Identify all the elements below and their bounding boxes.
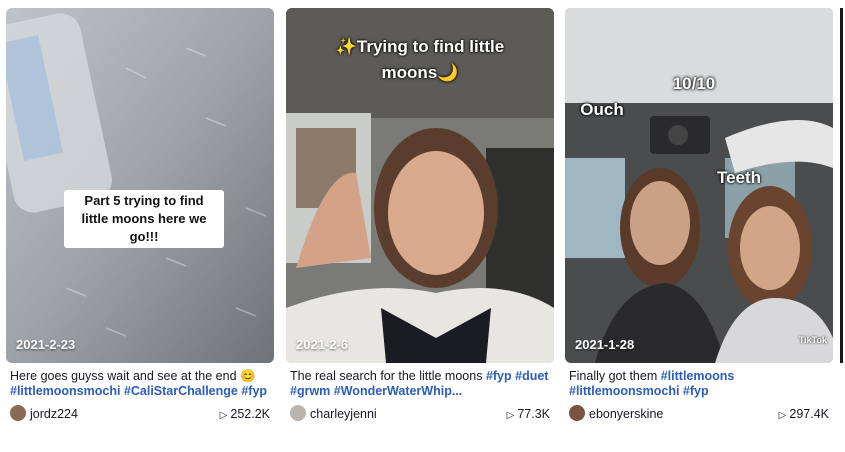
hashtag-link[interactable]: #grwm (290, 384, 330, 398)
author-name[interactable]: charleyjenni (310, 407, 377, 421)
video-caption: Here goes guyss wait and see at the end … (6, 369, 274, 399)
video-date: 2021-1-28 (575, 337, 635, 352)
video-meta: jordz224 ▷ 252.2K (6, 405, 274, 423)
video-overlay-label: Ouch (580, 100, 624, 119)
view-count-value: 252.2K (230, 407, 270, 421)
hashtag-link[interactable]: #littlemoons (661, 369, 735, 383)
next-card-edge (840, 8, 843, 363)
tiktok-watermark: TikTok (798, 335, 827, 345)
caption-text: Finally got them (569, 369, 658, 383)
video-overlay-label: Teeth (716, 168, 762, 187)
video-card[interactable]: ✨Trying to find little moons🌙 2021-2-6 T… (286, 8, 554, 423)
video-meta: ebonyerskine ▷ 297.4K (565, 405, 833, 423)
video-caption: The real search for the little moons #fy… (286, 369, 554, 399)
video-thumbnail[interactable]: ✨Trying to find little moons🌙 2021-2-6 (286, 8, 554, 363)
avatar[interactable] (10, 405, 26, 421)
video-overlay-label: 10/10 (672, 74, 716, 93)
hashtag-link[interactable]: #fyp (486, 369, 512, 383)
hashtag-link[interactable]: #CaliStarChallenge (124, 384, 238, 398)
video-thumbnail[interactable]: 10/10 Ouch Teeth TikTok 2021-1-28 (565, 8, 833, 363)
view-count-value: 77.3K (517, 407, 550, 421)
video-caption: Finally got them #littlemoons #littlemoo… (565, 369, 833, 399)
play-icon: ▷ (506, 410, 515, 421)
view-count: ▷ 77.3K (507, 407, 550, 421)
video-card[interactable]: Part 5 trying to find little moons here … (6, 8, 274, 423)
avatar[interactable] (569, 405, 585, 421)
video-overlay-text: ✨Trying to find little moons🌙 (335, 37, 505, 82)
author-name[interactable]: jordz224 (30, 407, 78, 421)
video-date: 2021-2-6 (296, 337, 349, 352)
caption-text: Here goes guyss wait and see at the end … (10, 369, 256, 383)
play-icon: ▷ (778, 410, 787, 421)
video-overlay-text: Part 5 trying to find little moons here … (64, 190, 224, 248)
hashtag-link[interactable]: #fyp (241, 384, 267, 398)
hashtag-link[interactable]: #fyp (683, 384, 709, 398)
view-count: ▷ 297.4K (779, 407, 829, 421)
view-count: ▷ 252.2K (220, 407, 270, 421)
video-date: 2021-2-23 (16, 337, 76, 352)
thumbnail-image (6, 8, 274, 363)
hashtag-link[interactable]: #WonderWaterWhip... (334, 384, 462, 398)
thumbnail-image (565, 8, 833, 363)
view-count-value: 297.4K (789, 407, 829, 421)
play-icon: ▷ (219, 410, 228, 421)
video-card[interactable]: 10/10 Ouch Teeth TikTok 2021-1-28 Finall… (565, 8, 833, 423)
hashtag-link[interactable]: #duet (515, 369, 548, 383)
video-thumbnail[interactable]: Part 5 trying to find little moons here … (6, 8, 274, 363)
avatar[interactable] (290, 405, 306, 421)
caption-text: The real search for the little moons (290, 369, 483, 383)
hashtag-link[interactable]: #littlemoonsmochi (10, 384, 120, 398)
video-meta: charleyjenni ▷ 77.3K (286, 405, 554, 423)
author-name[interactable]: ebonyerskine (589, 407, 663, 421)
hashtag-link[interactable]: #littlemoonsmochi (569, 384, 679, 398)
